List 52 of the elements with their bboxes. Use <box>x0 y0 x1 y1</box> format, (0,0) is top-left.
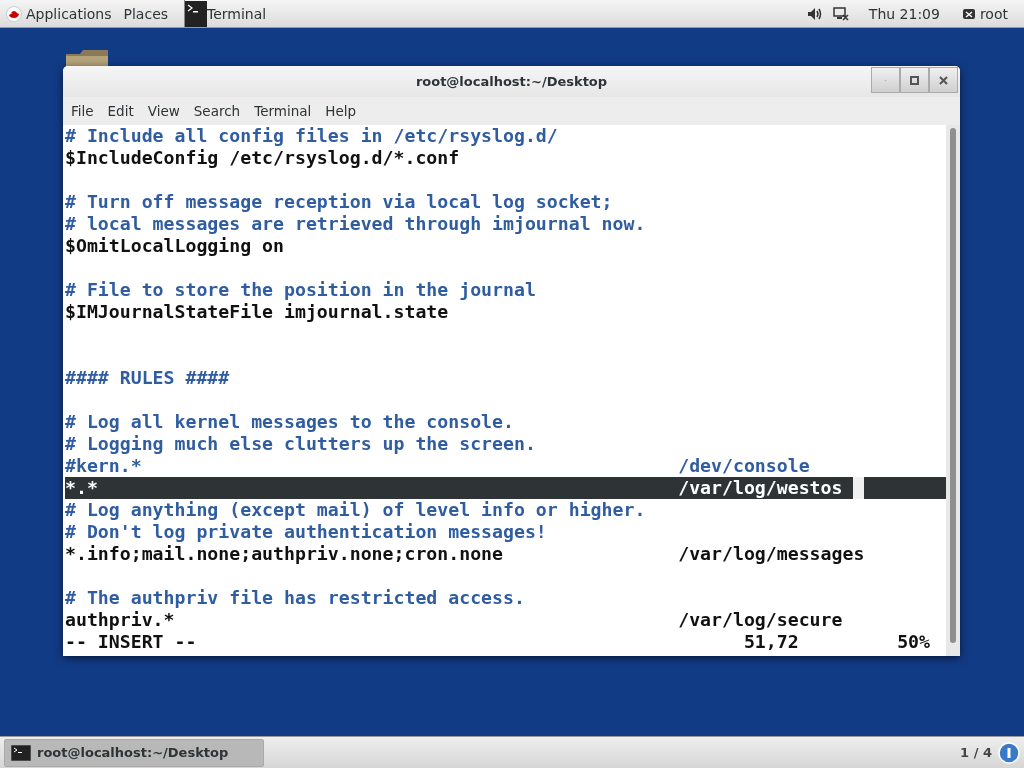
close-button[interactable] <box>929 67 958 93</box>
menu-item[interactable]: Terminal <box>247 99 319 123</box>
editor-mode: -- INSERT -- <box>65 631 198 653</box>
scroll-percent: 50% <box>897 631 932 653</box>
comment-text: # File to store the position in the journal <box>65 279 537 301</box>
log-target: /var/log/secure <box>678 609 843 631</box>
comment-text: #### RULES #### <box>65 367 231 389</box>
workspace-indicator[interactable]: 1 / 4 <box>960 745 992 760</box>
user-icon <box>961 6 976 21</box>
log-target: /var/log/messages <box>678 543 865 565</box>
scrollbar[interactable] <box>946 125 960 656</box>
maximize-button[interactable] <box>900 67 929 93</box>
log-target: /dev/console <box>678 455 810 477</box>
log-target: /var/log/westos <box>678 477 843 499</box>
terminal-icon <box>185 0 208 27</box>
menu-item[interactable]: Edit <box>100 99 141 123</box>
menu-item[interactable]: Help <box>318 99 364 123</box>
menu-item[interactable]: File <box>64 99 101 123</box>
comment-text: # Log anything (except mail) of level info or higher. <box>65 499 647 521</box>
top-menu[interactable]: Applications <box>4 5 122 22</box>
close-icon <box>938 74 949 86</box>
config-line: $OmitLocalLogging on <box>65 235 285 257</box>
notification-icon <box>998 741 1020 764</box>
config-line: *.* <box>65 477 99 499</box>
config-line: authpriv.* <box>65 609 176 631</box>
comment-text: # Don't log private authentication messages! <box>65 521 548 543</box>
comment-text: # local messages are retrieved through imjournal now. <box>65 213 647 235</box>
comment-text: # The authpriv file has restricted access. <box>65 587 526 609</box>
config-line: $IMJournalStateFile imjournal.state <box>65 301 450 323</box>
comment-text: # Include all config files in /etc/rsyslog.d/ <box>65 125 559 147</box>
comment-text: #kern.* <box>65 455 143 477</box>
clock[interactable]: Thu 21:09 <box>868 5 940 22</box>
comment-text: # Log all kernel messages to the console. <box>65 411 515 433</box>
scrollbar-thumb[interactable] <box>950 128 956 643</box>
user-menu[interactable]: root <box>959 5 1018 22</box>
comment-text: # Turn off message reception via local log socket; <box>65 191 614 213</box>
terminal-icon <box>11 744 31 761</box>
config-line: $IncludeConfig /etc/rsyslog.d/*.conf <box>65 147 461 169</box>
taskbar-window-button[interactable]: root@localhost:~/Desktop <box>4 738 264 767</box>
config-line: *.info;mail.none;authpriv.none;cron.none <box>65 543 504 565</box>
menu-item[interactable]: View <box>140 99 187 123</box>
hat-logo-icon <box>6 5 22 22</box>
cursor-position: 51,72 <box>743 631 800 653</box>
network-icon <box>832 5 849 22</box>
folder-icon <box>66 50 108 66</box>
maximize-icon <box>909 74 920 86</box>
active-app-button[interactable]: Terminal <box>184 0 275 28</box>
menu-item[interactable]: Search <box>186 99 248 123</box>
top-menu[interactable]: Places <box>121 5 179 22</box>
window-title: root@localhost:~/Desktop <box>415 74 608 89</box>
text-cursor <box>853 477 865 499</box>
comment-text: # Logging much else clutters up the screen. <box>65 433 537 455</box>
